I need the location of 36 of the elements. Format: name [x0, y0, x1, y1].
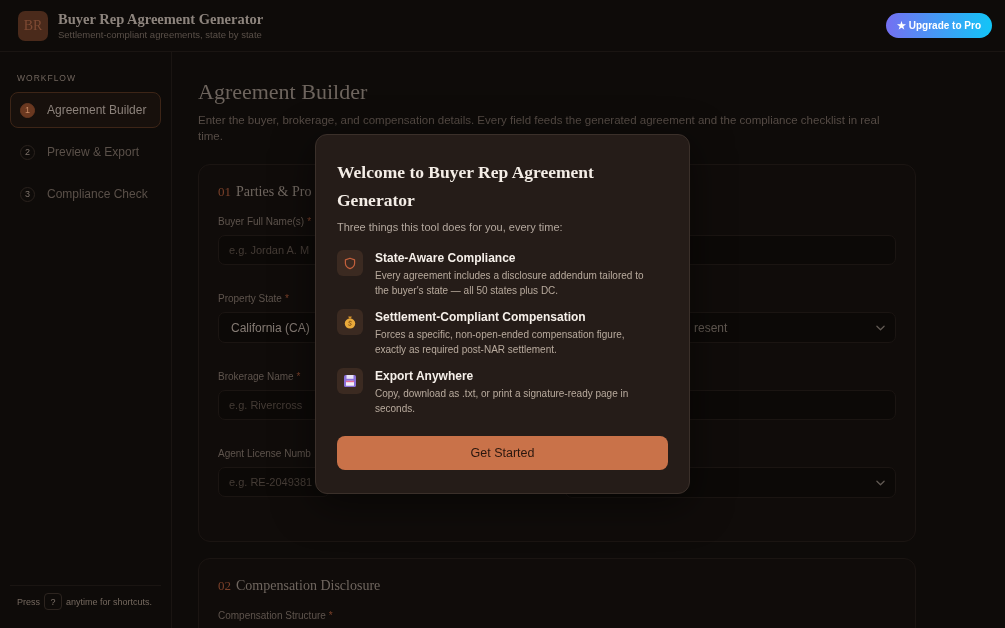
feature-title: State-Aware Compliance — [375, 250, 517, 266]
sidebar-item[interactable]: 3 Compliance Check — [10, 176, 161, 212]
text-input[interactable]: e.g. RE-2049381 — [218, 467, 330, 497]
required-mark: * — [284, 292, 289, 304]
feature-title: Export Anywhere — [375, 368, 475, 384]
field-label: Brokerage Name — [218, 370, 294, 382]
section-number: 01 — [218, 184, 231, 200]
hint-text: anytime for shortcuts. — [66, 596, 153, 607]
field-label: Agent License Numb — [218, 447, 311, 459]
dialog-intro: Three things this tool does for you, every time: — [337, 220, 564, 235]
field-label: Compensation Structure — [218, 609, 326, 621]
required-mark: * — [307, 215, 312, 227]
sidebar-heading: WORKFLOW — [16, 72, 77, 84]
required-mark: * — [296, 370, 301, 382]
app-title: Buyer Rep Agreement Generator — [58, 10, 264, 28]
sidebar-item[interactable]: 2 Preview & Export — [10, 134, 161, 170]
money-bag-icon — [337, 309, 363, 335]
page-description: Enter the buyer, brokerage, and compensation details. Every field feeds the generated agreement and the compliance checklist in real time. — [198, 113, 881, 144]
step-number: 1 — [20, 102, 35, 118]
section-title: Compensation Disclosure — [236, 578, 381, 594]
dialog-title: Welcome to Buyer Rep Agreement Generator — [337, 161, 595, 212]
app-subtitle: Settlement-compliant agreements, state by state — [58, 29, 263, 41]
section-number: 02 — [218, 578, 231, 594]
hint-text: Press — [17, 596, 40, 607]
page-title: Agreement Builder — [198, 78, 369, 106]
section-title: Parties & Pro — [236, 184, 312, 200]
feature-description: Copy, download as .txt, or print a signature-ready page in seconds. — [375, 387, 630, 416]
feature-description: Every agreement includes a disclosure addendum tailored to the buyer's state — all 50 states plus DC. — [375, 269, 645, 298]
shortcut-key: ? — [44, 593, 62, 610]
upgrade-button[interactable]: ★ Upgrade to Pro — [886, 13, 992, 38]
required-mark: * — [328, 609, 333, 621]
field-label: Buyer Full Name(s) — [218, 215, 305, 227]
sidebar-item[interactable]: 1 Agreement Builder — [10, 92, 161, 128]
get-started-button[interactable]: Get Started — [337, 436, 668, 470]
field-label: Property State — [218, 292, 282, 304]
shield-icon — [337, 250, 363, 276]
